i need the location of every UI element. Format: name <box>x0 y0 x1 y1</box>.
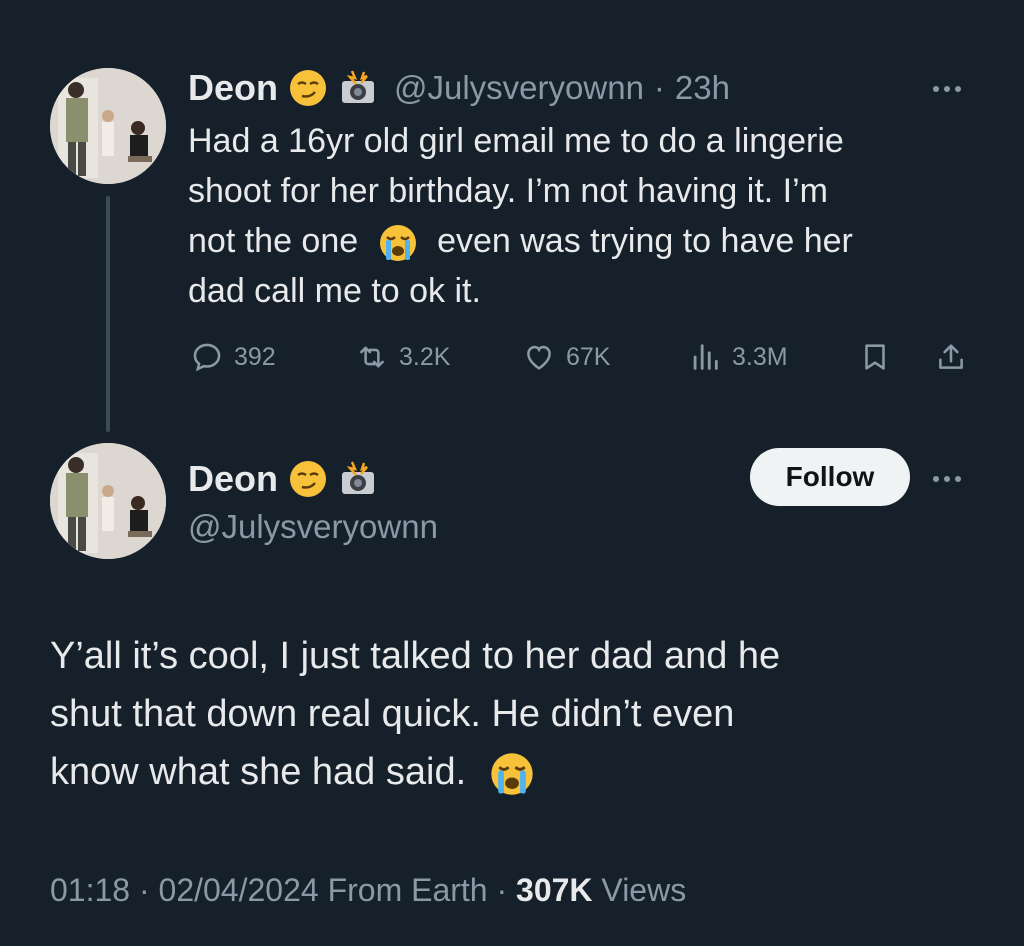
avatar-photo <box>50 443 166 559</box>
tweet-date[interactable]: 02/04/2024 <box>159 872 319 908</box>
like-count: 67K <box>566 342 611 371</box>
retweet-icon <box>360 346 384 368</box>
main-tweet-text: Y’all it’s cool, I just talked to her da… <box>50 627 990 801</box>
tweet-source: From Earth <box>327 872 488 908</box>
reply-button[interactable]: 392 <box>190 340 276 374</box>
text-line: know what she had said. <box>50 743 990 801</box>
loudly-crying-emoji-icon <box>379 225 416 262</box>
tweet-meta: 01:18 · 02/04/2024 From Earth · 307K Vie… <box>50 872 686 909</box>
text-line: shoot for her birthday. I’m not having i… <box>188 172 828 210</box>
smirk-emoji-icon <box>290 70 326 106</box>
author-name[interactable]: Deon <box>188 458 278 500</box>
text-fragment: not the one <box>188 222 359 260</box>
main-header: Deon <box>188 455 378 503</box>
retweet-count: 3.2K <box>399 342 451 371</box>
avatar[interactable] <box>50 443 166 559</box>
avatar[interactable] <box>50 68 166 184</box>
loudly-crying-emoji-icon <box>491 753 533 795</box>
author-handle[interactable]: @Julysveryownn <box>188 508 438 546</box>
text-line: Had a 16yr old girl email me to do a lin… <box>188 122 844 160</box>
views-button[interactable]: 3.3M <box>688 340 788 374</box>
follow-button[interactable]: Follow <box>750 448 910 506</box>
text-fragment: know what she had said. <box>50 751 467 793</box>
more-options-icon[interactable] <box>933 476 961 482</box>
bookmark-button[interactable] <box>858 340 892 374</box>
like-button[interactable]: 67K <box>522 340 610 374</box>
analytics-icon <box>693 344 718 370</box>
reply-count: 392 <box>234 342 276 371</box>
share-button[interactable] <box>934 340 968 374</box>
views-label: Views <box>601 872 687 908</box>
separator-dot: · <box>496 872 508 908</box>
views-count: 3.3M <box>732 342 788 371</box>
separator-dot: · <box>653 69 665 106</box>
camera-flash-emoji-icon <box>342 461 374 494</box>
tweet-time[interactable]: 01:18 <box>50 872 130 908</box>
smirk-emoji-icon <box>290 461 326 497</box>
parent-tweet-text: Had a 16yr old girl email me to do a lin… <box>188 116 988 316</box>
tweet-time[interactable]: 23h <box>675 69 730 107</box>
share-icon <box>939 344 963 369</box>
views-count: 307K <box>516 872 593 908</box>
text-fragment: even was trying to have her <box>437 222 853 260</box>
parent-header: Deon @Julysveryownn · 23h <box>188 64 730 112</box>
separator-dot: · <box>138 872 150 908</box>
text-line: shut that down real quick. He didn’t eve… <box>50 693 735 735</box>
more-options-icon[interactable] <box>933 86 961 92</box>
camera-flash-emoji-icon <box>342 70 374 103</box>
bookmark-icon <box>865 344 885 370</box>
text-line: dad call me to ok it. <box>188 272 481 310</box>
thread-connector <box>106 196 110 432</box>
author-name[interactable]: Deon <box>188 67 278 109</box>
avatar-photo <box>50 68 166 184</box>
retweet-button[interactable]: 3.2K <box>355 340 450 374</box>
text-line: not the one even was trying to have her <box>188 216 988 266</box>
reply-icon <box>193 343 221 372</box>
heart-icon <box>527 345 551 370</box>
text-line: Y’all it’s cool, I just talked to her da… <box>50 635 781 677</box>
author-handle[interactable]: @Julysveryownn <box>394 69 644 107</box>
